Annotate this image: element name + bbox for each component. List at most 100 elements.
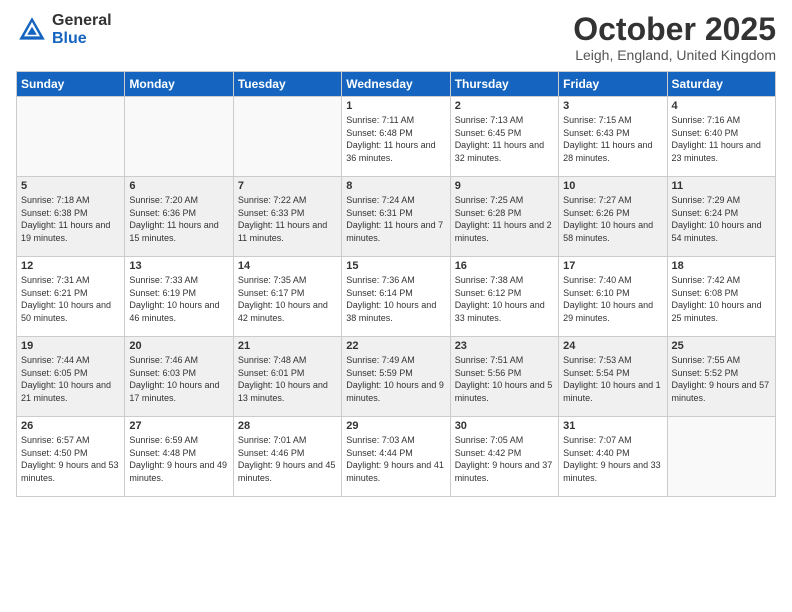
day-number: 15 — [346, 260, 445, 272]
day-info: Sunrise: 7:18 AM Sunset: 6:38 PM Dayligh… — [21, 194, 120, 244]
calendar-week-row: 19 Sunrise: 7:44 AM Sunset: 6:05 PM Dayli… — [17, 337, 776, 417]
day-number: 30 — [455, 420, 554, 432]
day-info: Sunrise: 7:46 AM Sunset: 6:03 PM Dayligh… — [129, 354, 228, 404]
logo-general-text: General — [52, 12, 112, 30]
logo: General Blue — [16, 12, 112, 47]
col-sunday: Sunday — [17, 72, 125, 97]
day-info: Sunrise: 7:01 AM Sunset: 4:46 PM Dayligh… — [238, 434, 337, 484]
calendar-cell: 9 Sunrise: 7:25 AM Sunset: 6:28 PM Daylig… — [450, 177, 558, 257]
day-number: 19 — [21, 340, 120, 352]
day-number: 13 — [129, 260, 228, 272]
calendar-cell: 30 Sunrise: 7:05 AM Sunset: 4:42 PM Dayli… — [450, 417, 558, 497]
day-info: Sunrise: 7:53 AM Sunset: 5:54 PM Dayligh… — [563, 354, 662, 404]
calendar-cell: 31 Sunrise: 7:07 AM Sunset: 4:40 PM Dayli… — [559, 417, 667, 497]
calendar-cell: 22Sunrise: 7:49 AM Sunset: 5:59 PM Dayli… — [342, 337, 450, 417]
calendar-cell: 19 Sunrise: 7:44 AM Sunset: 6:05 PM Dayli… — [17, 337, 125, 417]
calendar-cell: 5Sunrise: 7:18 AM Sunset: 6:38 PM Daylig… — [17, 177, 125, 257]
calendar-header-row: Sunday Monday Tuesday Wednesday Thursday… — [17, 72, 776, 97]
month-title: October 2025 — [573, 12, 776, 47]
calendar-cell — [667, 417, 775, 497]
day-number: 7 — [238, 180, 337, 192]
day-number: 14 — [238, 260, 337, 272]
day-number: 29 — [346, 420, 445, 432]
calendar: Sunday Monday Tuesday Wednesday Thursday… — [16, 71, 776, 497]
day-info: Sunrise: 7:05 AM Sunset: 4:42 PM Dayligh… — [455, 434, 554, 484]
col-friday: Friday — [559, 72, 667, 97]
calendar-cell: 11Sunrise: 7:29 AM Sunset: 6:24 PM Dayli… — [667, 177, 775, 257]
logo-icon — [16, 14, 48, 46]
calendar-cell: 18 Sunrise: 7:42 AM Sunset: 6:08 PM Dayli… — [667, 257, 775, 337]
logo-blue-text: Blue — [52, 30, 112, 48]
calendar-cell: 29Sunrise: 7:03 AM Sunset: 4:44 PM Dayli… — [342, 417, 450, 497]
day-info: Sunrise: 7:13 AM Sunset: 6:45 PM Dayligh… — [455, 114, 554, 164]
calendar-week-row: 26Sunrise: 6:57 AM Sunset: 4:50 PM Dayli… — [17, 417, 776, 497]
calendar-cell: 25Sunrise: 7:55 AM Sunset: 5:52 PM Dayli… — [667, 337, 775, 417]
day-info: Sunrise: 7:24 AM Sunset: 6:31 PM Dayligh… — [346, 194, 445, 244]
day-info: Sunrise: 7:11 AM Sunset: 6:48 PM Dayligh… — [346, 114, 445, 164]
day-number: 28 — [238, 420, 337, 432]
calendar-cell: 2 Sunrise: 7:13 AM Sunset: 6:45 PM Daylig… — [450, 97, 558, 177]
calendar-cell: 26Sunrise: 6:57 AM Sunset: 4:50 PM Dayli… — [17, 417, 125, 497]
day-info: Sunrise: 7:15 AM Sunset: 6:43 PM Dayligh… — [563, 114, 662, 164]
day-number: 31 — [563, 420, 662, 432]
calendar-week-row: 12Sunrise: 7:31 AM Sunset: 6:21 PM Dayli… — [17, 257, 776, 337]
day-number: 2 — [455, 100, 554, 112]
day-number: 1 — [346, 100, 445, 112]
calendar-cell: 12Sunrise: 7:31 AM Sunset: 6:21 PM Dayli… — [17, 257, 125, 337]
day-info: Sunrise: 7:40 AM Sunset: 6:10 PM Dayligh… — [563, 274, 662, 324]
day-number: 25 — [672, 340, 771, 352]
day-number: 4 — [672, 100, 771, 112]
day-info: Sunrise: 7:16 AM Sunset: 6:40 PM Dayligh… — [672, 114, 771, 164]
day-number: 11 — [672, 180, 771, 192]
calendar-cell: 28 Sunrise: 7:01 AM Sunset: 4:46 PM Dayli… — [233, 417, 341, 497]
day-info: Sunrise: 7:20 AM Sunset: 6:36 PM Dayligh… — [129, 194, 228, 244]
day-info: Sunrise: 7:22 AM Sunset: 6:33 PM Dayligh… — [238, 194, 337, 244]
day-number: 10 — [563, 180, 662, 192]
day-info: Sunrise: 7:33 AM Sunset: 6:19 PM Dayligh… — [129, 274, 228, 324]
day-number: 18 — [672, 260, 771, 272]
calendar-cell: 14 Sunrise: 7:35 AM Sunset: 6:17 PM Dayli… — [233, 257, 341, 337]
day-info: Sunrise: 7:07 AM Sunset: 4:40 PM Dayligh… — [563, 434, 662, 484]
calendar-cell: 3Sunrise: 7:15 AM Sunset: 6:43 PM Daylig… — [559, 97, 667, 177]
calendar-cell: 1 Sunrise: 7:11 AM Sunset: 6:48 PM Daylig… — [342, 97, 450, 177]
day-info: Sunrise: 7:44 AM Sunset: 6:05 PM Dayligh… — [21, 354, 120, 404]
day-info: Sunrise: 7:36 AM Sunset: 6:14 PM Dayligh… — [346, 274, 445, 324]
logo-text: General Blue — [52, 12, 112, 47]
calendar-cell — [233, 97, 341, 177]
header: General Blue October 2025 Leigh, England… — [16, 12, 776, 63]
calendar-cell: 20Sunrise: 7:46 AM Sunset: 6:03 PM Dayli… — [125, 337, 233, 417]
calendar-cell: 16Sunrise: 7:38 AM Sunset: 6:12 PM Dayli… — [450, 257, 558, 337]
col-thursday: Thursday — [450, 72, 558, 97]
title-block: October 2025 Leigh, England, United King… — [573, 12, 776, 63]
day-number: 16 — [455, 260, 554, 272]
calendar-week-row: 5Sunrise: 7:18 AM Sunset: 6:38 PM Daylig… — [17, 177, 776, 257]
calendar-cell: 6 Sunrise: 7:20 AM Sunset: 6:36 PM Daylig… — [125, 177, 233, 257]
day-number: 9 — [455, 180, 554, 192]
day-info: Sunrise: 7:48 AM Sunset: 6:01 PM Dayligh… — [238, 354, 337, 404]
page: General Blue October 2025 Leigh, England… — [0, 0, 792, 612]
day-info: Sunrise: 7:42 AM Sunset: 6:08 PM Dayligh… — [672, 274, 771, 324]
calendar-cell: 27Sunrise: 6:59 AM Sunset: 4:48 PM Dayli… — [125, 417, 233, 497]
day-number: 24 — [563, 340, 662, 352]
calendar-cell: 8Sunrise: 7:24 AM Sunset: 6:31 PM Daylig… — [342, 177, 450, 257]
calendar-cell — [17, 97, 125, 177]
day-number: 21 — [238, 340, 337, 352]
col-saturday: Saturday — [667, 72, 775, 97]
col-monday: Monday — [125, 72, 233, 97]
location: Leigh, England, United Kingdom — [573, 47, 776, 63]
day-info: Sunrise: 7:27 AM Sunset: 6:26 PM Dayligh… — [563, 194, 662, 244]
col-tuesday: Tuesday — [233, 72, 341, 97]
day-number: 17 — [563, 260, 662, 272]
calendar-cell: 7 Sunrise: 7:22 AM Sunset: 6:33 PM Daylig… — [233, 177, 341, 257]
day-info: Sunrise: 7:35 AM Sunset: 6:17 PM Dayligh… — [238, 274, 337, 324]
calendar-cell: 21 Sunrise: 7:48 AM Sunset: 6:01 PM Dayli… — [233, 337, 341, 417]
day-info: Sunrise: 7:31 AM Sunset: 6:21 PM Dayligh… — [21, 274, 120, 324]
calendar-cell: 10 Sunrise: 7:27 AM Sunset: 6:26 PM Dayli… — [559, 177, 667, 257]
day-info: Sunrise: 7:49 AM Sunset: 5:59 PM Dayligh… — [346, 354, 445, 404]
calendar-cell: 24 Sunrise: 7:53 AM Sunset: 5:54 PM Dayli… — [559, 337, 667, 417]
calendar-cell: 17 Sunrise: 7:40 AM Sunset: 6:10 PM Dayli… — [559, 257, 667, 337]
day-number: 27 — [129, 420, 228, 432]
calendar-cell: 23Sunrise: 7:51 AM Sunset: 5:56 PM Dayli… — [450, 337, 558, 417]
day-number: 6 — [129, 180, 228, 192]
day-info: Sunrise: 7:25 AM Sunset: 6:28 PM Dayligh… — [455, 194, 554, 244]
